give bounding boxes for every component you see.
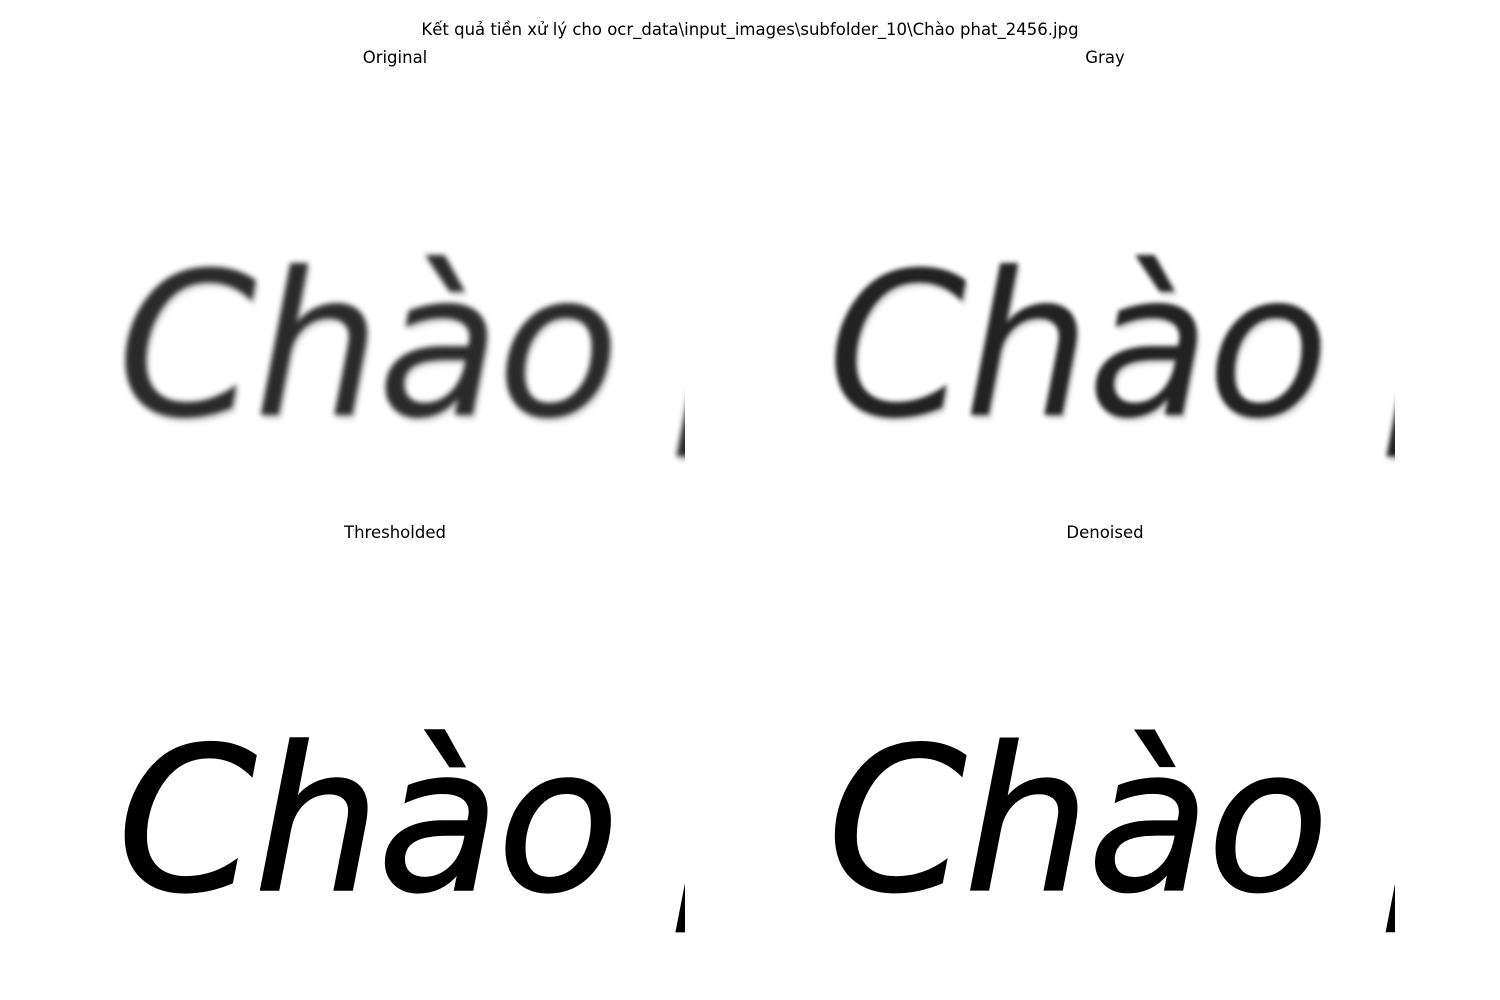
figure-suptitle: Kết quả tiền xử lý cho ocr_data\input_im… [421, 20, 1079, 39]
image-original: Chào phat Chào phat [105, 175, 685, 515]
panel-title-denoised: Denoised [1066, 523, 1144, 542]
image-thresholded: Chào phat [105, 650, 685, 990]
panel-gray: Gray Chào phat Chào phat [815, 45, 1395, 515]
panel-denoised: Denoised Chào phat [815, 520, 1395, 990]
panel-title-gray: Gray [1085, 48, 1125, 67]
handwriting-text-thresholded: Chào phat [117, 705, 685, 938]
handwriting-text-original: Chào phat [117, 230, 685, 463]
panel-title-original: Original [362, 48, 428, 67]
handwriting-text-denoised: Chào phat [827, 705, 1395, 938]
image-gray: Chào phat Chào phat [815, 175, 1395, 515]
panel-original: Original Chào phat Chào phat [105, 45, 685, 515]
panel-title-thresholded: Thresholded [344, 523, 446, 542]
handwriting-text-gray: Chào phat [827, 230, 1395, 463]
figure-window: Kết quả tiền xử lý cho ocr_data\input_im… [0, 0, 1500, 1000]
panel-thresholded: Thresholded Chào phat [105, 520, 685, 990]
image-denoised: Chào phat [815, 650, 1395, 990]
